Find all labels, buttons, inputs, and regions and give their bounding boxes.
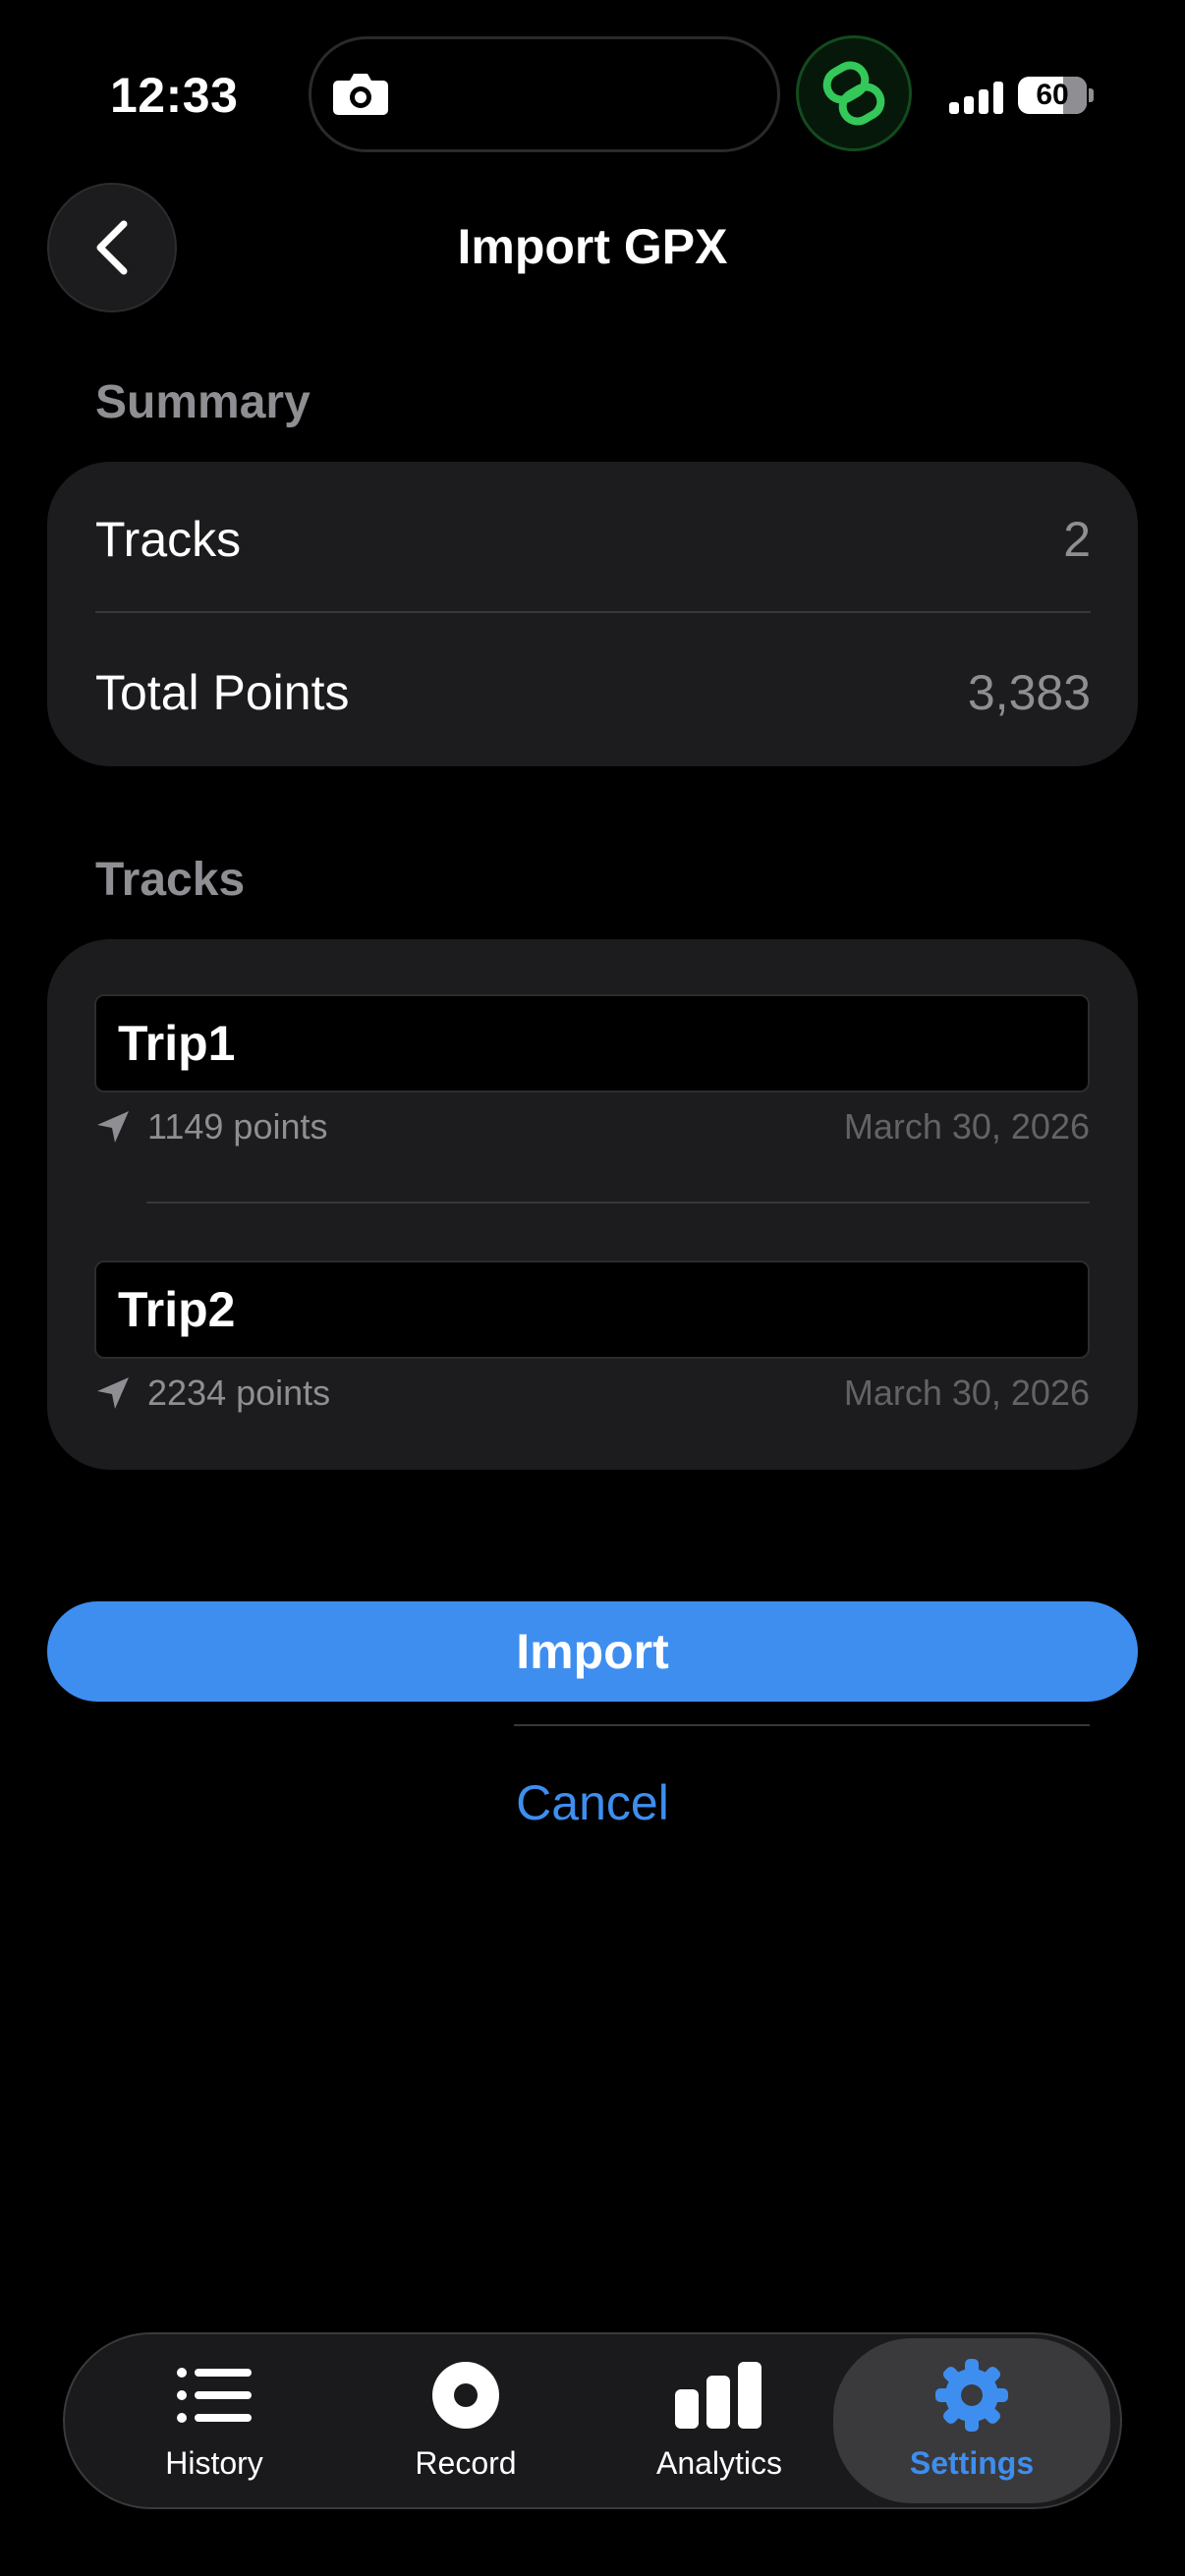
record-icon <box>430 2357 501 2434</box>
cellular-signal-icon <box>949 81 1008 121</box>
cancel-button[interactable]: Cancel <box>0 1774 1185 1831</box>
bar-chart-icon <box>675 2357 763 2434</box>
battery-cap <box>1089 88 1094 102</box>
page-title: Import GPX <box>457 219 728 274</box>
location-arrow-icon <box>94 1108 132 1150</box>
live-activity-link-icon[interactable] <box>796 35 912 151</box>
tracks-section-label: Tracks <box>95 854 246 906</box>
divider <box>514 1724 1090 1726</box>
tab-label: Analytics <box>655 2445 783 2481</box>
import-button[interactable]: Import <box>47 1601 1138 1702</box>
total-points-label: Total Points <box>95 665 350 720</box>
summary-card: Tracks 2 Total Points 3,383 <box>47 462 1138 766</box>
divider <box>95 611 1091 613</box>
track-date: March 30, 2026 <box>843 1372 1090 1413</box>
location-arrow-icon <box>94 1374 132 1417</box>
track-points: 1149 points <box>147 1106 328 1147</box>
tab-settings[interactable]: Settings <box>833 2338 1110 2503</box>
tab-analytics[interactable]: Analytics <box>592 2338 847 2503</box>
status-time: 12:33 <box>110 68 239 123</box>
divider <box>146 1202 1090 1204</box>
list-icon <box>177 2357 252 2434</box>
tab-label: Record <box>415 2445 517 2481</box>
summary-section-label: Summary <box>95 376 310 428</box>
tab-history[interactable]: History <box>86 2338 342 2503</box>
gear-icon <box>934 2357 1009 2434</box>
tab-label: History <box>165 2445 263 2481</box>
battery-level: 60 <box>1036 79 1069 111</box>
track-date: March 30, 2026 <box>843 1106 1090 1147</box>
camera-icon <box>332 71 389 116</box>
tracks-count-label: Tracks <box>95 512 242 567</box>
tab-label: Settings <box>909 2445 1035 2481</box>
total-points-value: 3,383 <box>967 665 1091 720</box>
battery-icon: 60 <box>1018 77 1087 114</box>
tracks-count-value: 2 <box>1063 512 1091 567</box>
track-name-input[interactable]: Trip1 <box>94 994 1090 1092</box>
track-points: 2234 points <box>147 1372 331 1413</box>
tab-record[interactable]: Record <box>338 2338 593 2503</box>
track-name-input[interactable]: Trip2 <box>94 1260 1090 1359</box>
